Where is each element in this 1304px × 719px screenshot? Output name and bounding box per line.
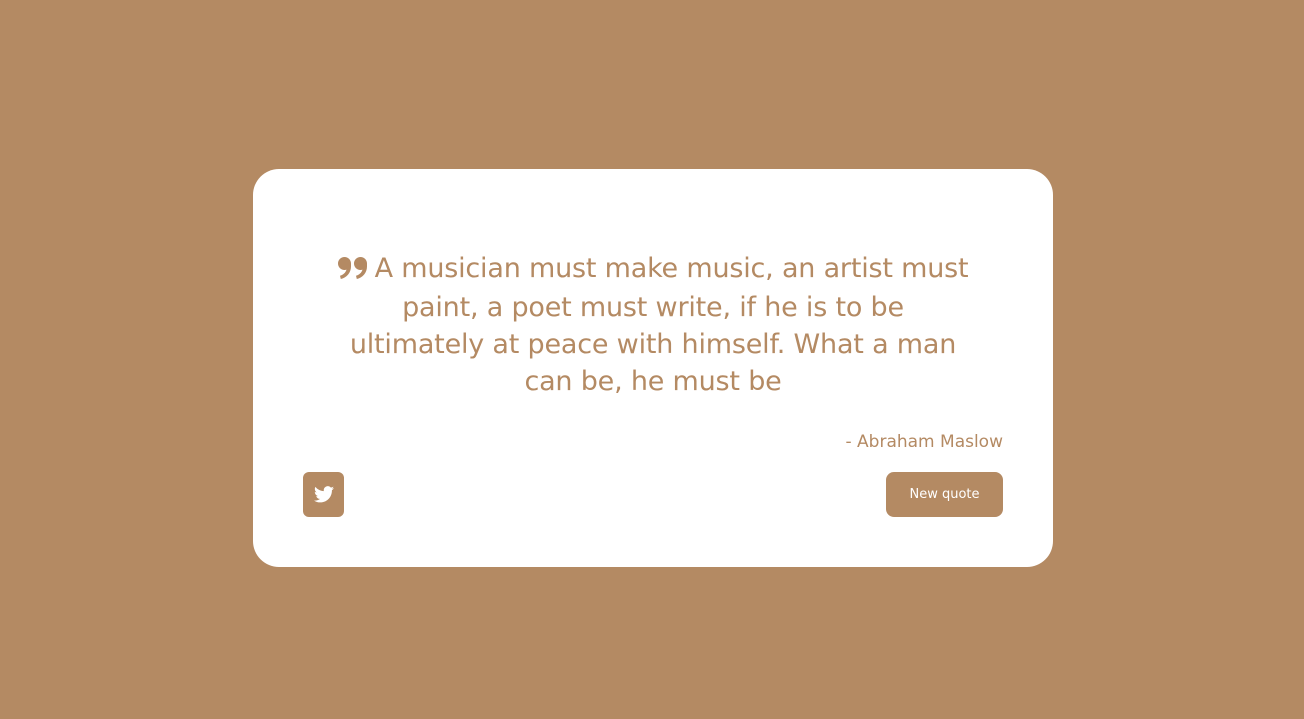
quote-left-icon xyxy=(337,252,367,289)
quote-card: A musician must make music, an artist mu… xyxy=(253,169,1053,567)
quote-author: - Abraham Maslow xyxy=(845,432,1004,452)
quote-text: A musician must make music, an artist mu… xyxy=(349,253,969,397)
twitter-icon xyxy=(313,486,334,503)
tweet-button[interactable] xyxy=(303,472,344,517)
new-quote-button[interactable]: New quote xyxy=(886,472,1003,517)
quote-block: A musician must make music, an artist mu… xyxy=(333,250,973,400)
